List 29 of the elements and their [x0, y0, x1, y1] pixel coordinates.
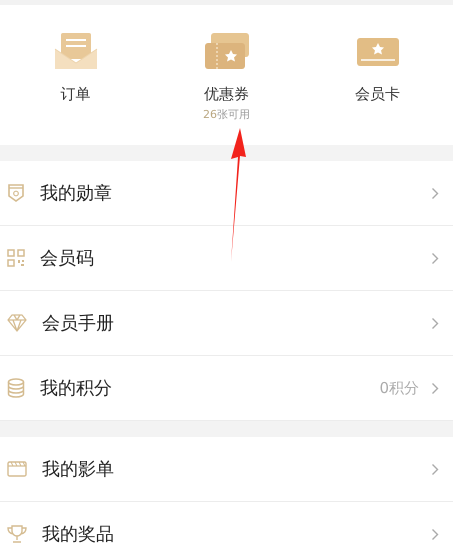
qr-code-icon	[7, 249, 25, 267]
menu-label: 我的奖品	[42, 523, 115, 546]
menu-label: 会员手册	[42, 312, 115, 335]
clapperboard-icon	[7, 461, 27, 477]
chevron-icon	[431, 462, 439, 476]
menu-label: 我的影单	[42, 458, 115, 481]
diamond-icon	[7, 314, 27, 332]
menu-row[interactable]: 我的影单	[0, 437, 453, 502]
menu-label: 会员码	[40, 247, 95, 270]
points-value: 0积分	[379, 378, 419, 398]
quick-link-label[interactable]: 优惠券	[204, 85, 249, 104]
tickets-icon[interactable]	[202, 31, 250, 71]
menu-row[interactable]: 会员码	[0, 226, 453, 291]
coin-stack-icon	[7, 378, 25, 398]
chevron-icon	[431, 186, 439, 200]
menu-row[interactable]: 会员手册	[0, 291, 453, 356]
shield-icon	[7, 183, 25, 203]
chevron-icon	[431, 316, 439, 330]
envelope-icon[interactable]	[52, 31, 98, 71]
quick-link-label[interactable]: 会员卡	[355, 85, 400, 104]
quick-link-label[interactable]: 订单	[60, 85, 90, 104]
menu-label: 我的积分	[40, 377, 113, 400]
menu-label: 我的勋章	[40, 182, 113, 205]
chevron-icon	[431, 382, 439, 394]
trophy-icon	[7, 525, 27, 543]
chevron-icon	[431, 528, 439, 540]
coupon-count: 26张可用	[203, 107, 250, 122]
menu-row[interactable]: 我的奖品	[0, 502, 453, 560]
chevron-icon	[431, 252, 439, 264]
